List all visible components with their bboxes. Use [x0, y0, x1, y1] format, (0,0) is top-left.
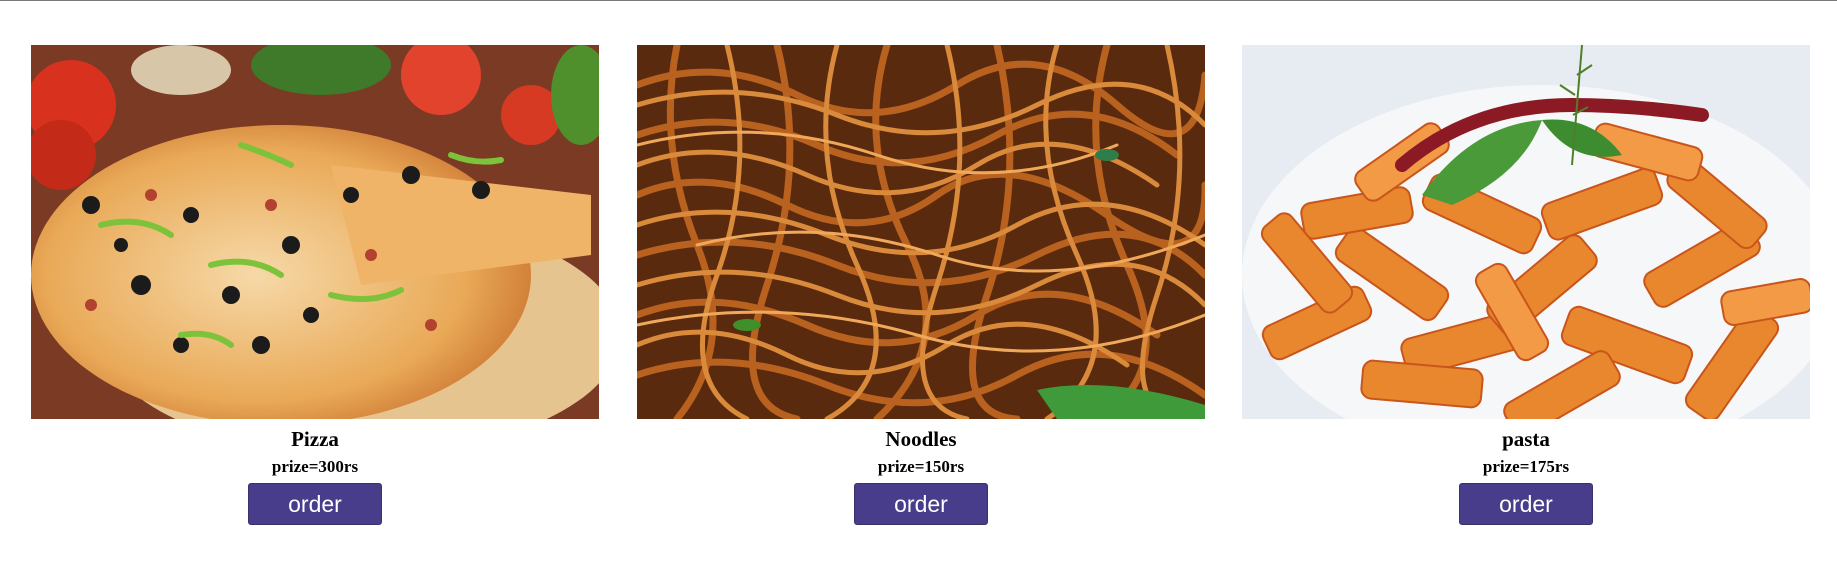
food-price: prize=300rs	[271, 457, 359, 476]
order-button-pizza[interactable]: order	[248, 483, 382, 525]
order-button-noodles[interactable]: order	[854, 483, 988, 525]
food-price: prize=150rs	[877, 457, 965, 476]
noodles-image	[637, 45, 1205, 419]
food-name: Pizza	[291, 427, 339, 451]
pizza-image	[31, 45, 599, 419]
food-name: pasta	[1502, 427, 1550, 451]
menu-card-pizza: Pizza prize=300rs order	[31, 45, 599, 525]
order-button-pasta[interactable]: order	[1459, 483, 1593, 525]
top-divider	[0, 0, 1837, 1]
menu-card-pasta: pasta prize=175rs order	[1242, 45, 1810, 525]
food-price: prize=175rs	[1482, 457, 1570, 476]
food-name: Noodles	[885, 427, 957, 451]
menu-card-noodles: Noodles prize=150rs order	[637, 45, 1205, 525]
pasta-image	[1242, 45, 1810, 419]
